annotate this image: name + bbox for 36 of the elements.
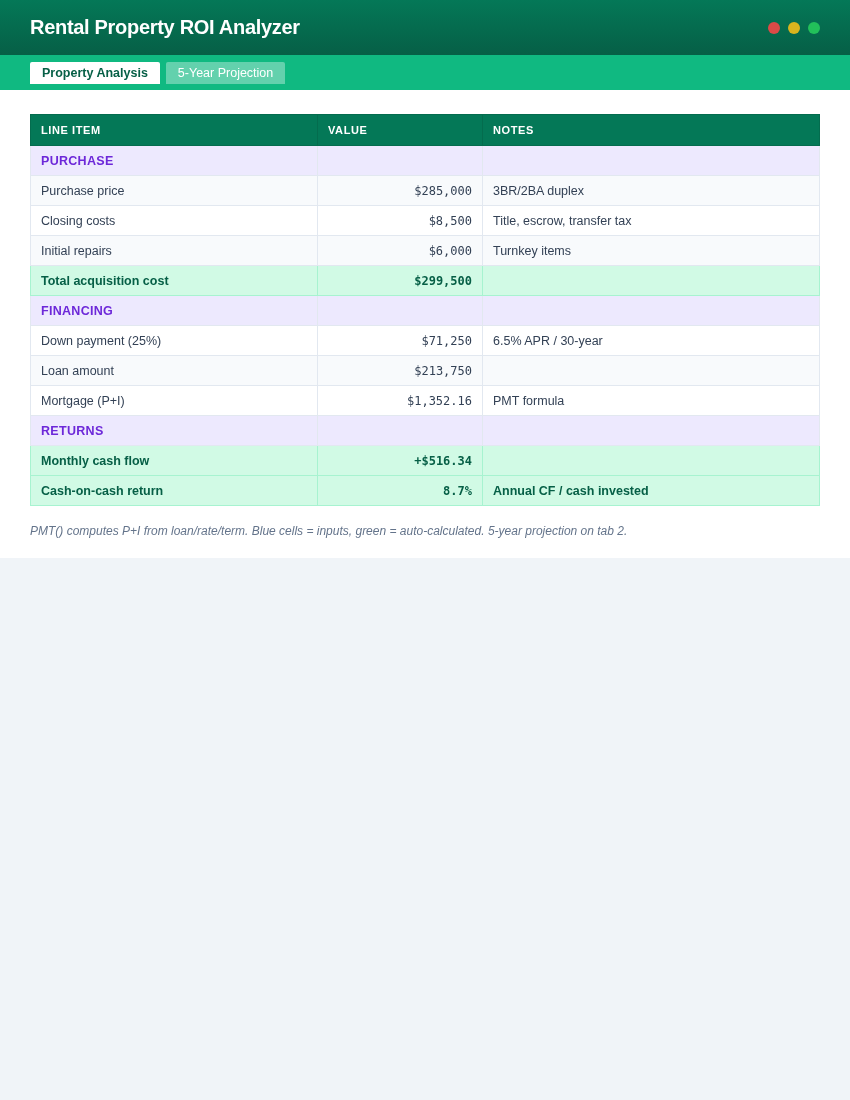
app-title: Rental Property ROI Analyzer <box>30 16 300 39</box>
section-label: PURCHASE <box>30 145 318 176</box>
table-cell: $8,500 <box>317 205 483 236</box>
column-header: LINE ITEM <box>30 114 318 146</box>
section-label: RETURNS <box>30 415 318 446</box>
table-cell: Mortgage (P+I) <box>30 385 318 416</box>
table-cell: Turnkey items <box>482 235 820 266</box>
close-dot-icon[interactable] <box>768 21 780 34</box>
section-label: FINANCING <box>30 295 318 326</box>
table-cell: $213,750 <box>317 355 483 386</box>
footnote: PMT() computes P+I from loan/rate/term. Blue cells = inputs, green = auto-calculated. 5-year projection on tab 2. <box>30 524 629 538</box>
table-cell: Total acquisition cost <box>30 265 318 296</box>
minimize-dot-icon[interactable] <box>788 21 800 34</box>
column-header: NOTES <box>482 114 820 146</box>
table-cell: Loan amount <box>30 355 318 386</box>
table-cell: Down payment (25%) <box>30 325 318 356</box>
table-cell: Cash-on-cash return <box>30 475 318 506</box>
table-cell: Title, escrow, transfer tax <box>482 205 820 236</box>
table-cell: +$516.34 <box>317 445 483 476</box>
table-cell: PMT formula <box>482 385 820 416</box>
table-cell: $1,352.16 <box>317 385 483 416</box>
table-cell: Monthly cash flow <box>30 445 318 476</box>
table-cell: Closing costs <box>30 205 318 236</box>
table-cell: 6.5% APR / 30-year <box>482 325 820 356</box>
table-cell: Purchase price <box>30 175 318 206</box>
table-cell: $299,500 <box>317 265 483 296</box>
table-cell: Initial repairs <box>30 235 318 266</box>
table-cell: $6,000 <box>317 235 483 266</box>
maximize-dot-icon[interactable] <box>808 21 820 34</box>
table-cell: Annual CF / cash invested <box>482 475 820 506</box>
tab[interactable]: Property Analysis <box>30 62 160 84</box>
table-cell: $71,250 <box>317 325 483 356</box>
table-cell: 3BR/2BA duplex <box>482 175 820 206</box>
table-cell: 8.7% <box>317 475 483 506</box>
column-header: VALUE <box>317 114 483 146</box>
table-cell: $285,000 <box>317 175 483 206</box>
